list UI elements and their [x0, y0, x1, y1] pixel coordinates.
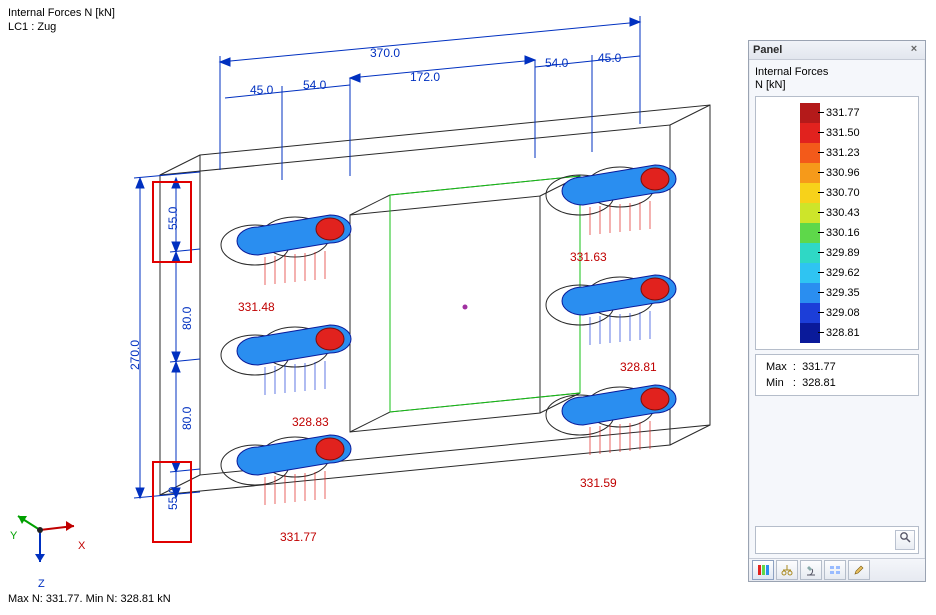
bolt-value-1: 328.83: [292, 415, 329, 429]
legend-label-4: 330.70: [826, 183, 912, 203]
legend-label-5: 330.43: [826, 203, 912, 223]
views-tab[interactable]: [824, 560, 846, 580]
status-summary: Max N: 331.77. Min N: 328.81 kN: [8, 593, 171, 605]
panel-tools: [755, 526, 919, 554]
panel-titlebar[interactable]: Panel ×: [749, 41, 925, 60]
legend-swatch-5: [800, 203, 820, 223]
dim-left-0: 270.0: [128, 340, 142, 370]
balance-tab[interactable]: [776, 560, 798, 580]
legend-label-8: 329.62: [826, 263, 912, 283]
bolt-value-3: 331.63: [570, 250, 607, 264]
axis-y-label: Y: [10, 530, 17, 542]
bolt-value-5: 331.59: [580, 476, 617, 490]
legend-swatch-8: [800, 263, 820, 283]
dim-left-2: 80.0: [180, 307, 194, 330]
legend-swatch-6: [800, 223, 820, 243]
axis-z-label: Z: [38, 578, 45, 590]
legend-swatch-3: [800, 163, 820, 183]
panel-title: Panel: [753, 44, 782, 56]
axis-triad: X Y Z: [14, 500, 94, 580]
max-label: Max: [766, 361, 787, 373]
legend-label-7: 329.89: [826, 243, 912, 263]
dim-top-4: 54.0: [545, 56, 568, 70]
model-svg: [0, 0, 740, 590]
legend-swatch-0: [800, 103, 820, 123]
max-value: 331.77: [802, 361, 836, 373]
min-value: 328.81: [802, 377, 836, 389]
minmax-box: Max : 331.77 Min : 328.81: [755, 354, 919, 396]
microscope-tab[interactable]: [800, 560, 822, 580]
legend-swatch-4: [800, 183, 820, 203]
dim-left-3: 80.0: [180, 407, 194, 430]
panel-subtitle: Internal Forces N [kN]: [755, 66, 919, 92]
dim-left-1: 55.0: [166, 207, 180, 230]
edit-tab[interactable]: [848, 560, 870, 580]
legend-label-3: 330.96: [826, 163, 912, 183]
panel-result-name: Internal Forces: [755, 66, 919, 79]
bolt-value-0: 331.48: [238, 300, 275, 314]
legend-label-2: 331.23: [826, 143, 912, 163]
dim-top-1: 172.0: [410, 70, 440, 84]
search-icon[interactable]: [895, 530, 915, 550]
legend-tab[interactable]: [752, 560, 774, 580]
legend-swatch-7: [800, 243, 820, 263]
close-icon[interactable]: ×: [907, 43, 921, 57]
legend-label-6: 330.16: [826, 223, 912, 243]
legend-label-11: 328.81: [826, 323, 912, 343]
dim-left-4: 55.0: [166, 487, 180, 510]
min-label: Min: [766, 377, 784, 389]
legend-swatch-2: [800, 143, 820, 163]
dim-top-2: 45.0: [250, 83, 273, 97]
legend-swatch-9: [800, 283, 820, 303]
viewport-3d[interactable]: Internal Forces N [kN] LC1 : Zug: [0, 0, 740, 615]
panel-tab-strip: [749, 558, 925, 581]
dim-top-3: 54.0: [303, 78, 326, 92]
legend-label-1: 331.50: [826, 123, 912, 143]
legend-swatch-10: [800, 303, 820, 323]
bolt-value-2: 331.77: [280, 530, 317, 544]
axis-x-label: X: [78, 540, 85, 552]
legend-label-0: 331.77: [826, 103, 912, 123]
dim-top-0: 370.0: [370, 46, 400, 60]
legend-label-9: 329.35: [826, 283, 912, 303]
panel-unit: N [kN]: [755, 79, 919, 92]
bolt-value-4: 328.81: [620, 360, 657, 374]
legend-swatch-11: [800, 323, 820, 343]
legend-label-10: 329.08: [826, 303, 912, 323]
dim-top-5: 45.0: [598, 51, 621, 65]
legend-swatch-1: [800, 123, 820, 143]
results-panel: Panel × Internal Forces N [kN] 331.77331…: [748, 40, 926, 582]
color-legend: 331.77331.50331.23330.96330.70330.43330.…: [755, 96, 919, 350]
